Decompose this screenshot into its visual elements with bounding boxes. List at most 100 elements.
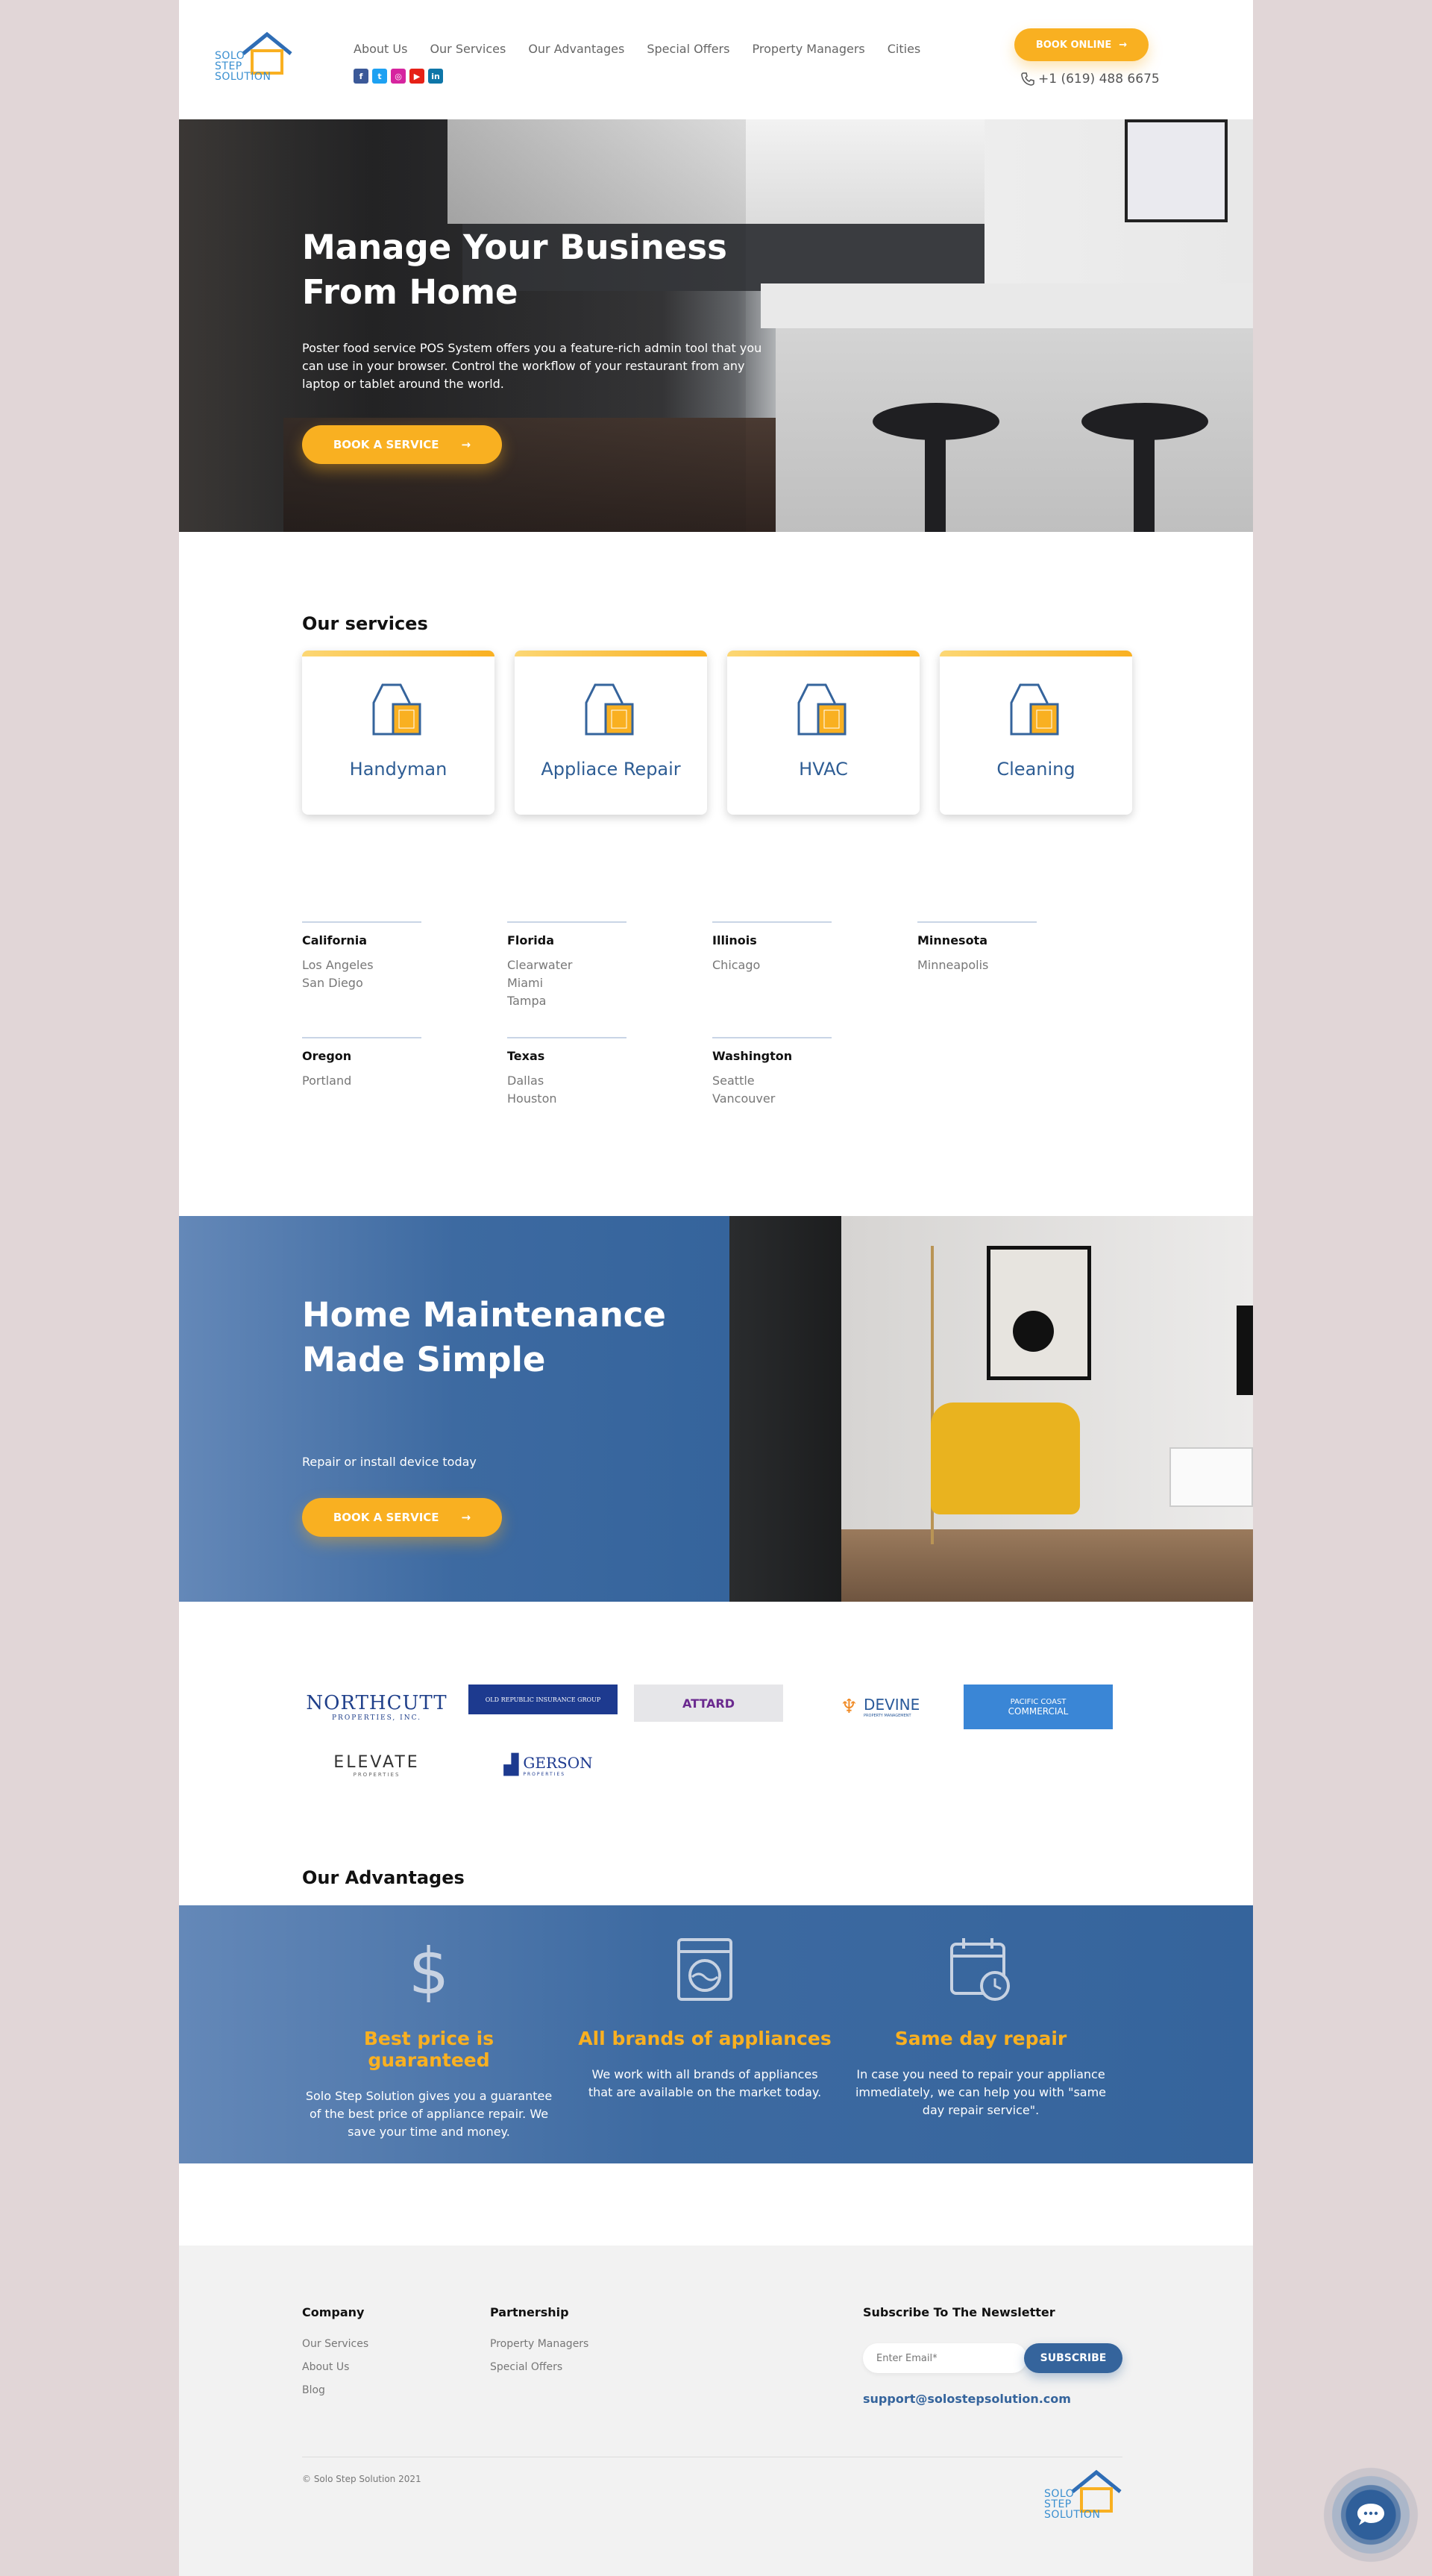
site-logo[interactable]: SOLO STEP SOLUTION [215, 31, 297, 91]
hero-book-service-button[interactable]: BOOK A SERVICE → [302, 425, 502, 464]
linkedin-icon[interactable]: in [428, 69, 443, 84]
hero-photo-counter [761, 283, 1253, 328]
newsletter-email-input[interactable] [863, 2343, 1027, 2373]
facebook-icon[interactable]: f [354, 69, 368, 84]
banner-photo-tv [1237, 1306, 1253, 1395]
city-link[interactable]: Dallas [507, 1072, 656, 1090]
footer-link-our-services[interactable]: Our Services [302, 2338, 368, 2350]
city-link[interactable]: San Diego [302, 974, 451, 992]
nav-our-advantages[interactable]: Our Advantages [528, 42, 624, 56]
site-footer: Company Our Services About Us Blog Partn… [179, 2246, 1253, 2576]
nav-cities[interactable]: Cities [888, 42, 921, 56]
banner-button-label: BOOK A SERVICE [333, 1511, 439, 1524]
instagram-icon[interactable]: ◎ [391, 69, 406, 84]
footer-logo[interactable]: SOLO STEP SOLUTION [1044, 2469, 1126, 2529]
state-name: California [302, 933, 368, 947]
city-link[interactable]: Los Angeles [302, 956, 451, 974]
phone-link[interactable]: +1 (619) 488 6675 [1020, 72, 1160, 87]
banner-photo-floor [841, 1529, 1253, 1602]
site-header: SOLO STEP SOLUTION About Us Our Services… [179, 0, 1253, 119]
hero-overlay [179, 119, 746, 532]
arrow-right-icon: → [461, 1511, 471, 1524]
city-link[interactable]: Vancouver [712, 1090, 861, 1108]
toolbox-icon [1010, 683, 1059, 736]
footer-link-property-managers[interactable]: Property Managers [490, 2338, 588, 2350]
logo-text: SOLO STEP SOLUTION [1044, 2488, 1101, 2521]
state-name: Florida [507, 933, 555, 947]
partner-logo-northcutt: NORTHCUTT PROPERTIES, INC. [302, 1685, 451, 1729]
page: SOLO STEP SOLUTION About Us Our Services… [179, 0, 1253, 2576]
advantage-text: In case you need to repair your applianc… [855, 2067, 1107, 2117]
city-link[interactable]: Clearwater [507, 956, 656, 974]
twitter-icon[interactable]: t [372, 69, 387, 84]
book-online-button[interactable]: BOOK ONLINE → [1014, 28, 1149, 61]
hero-button-label: BOOK A SERVICE [333, 438, 439, 451]
advantage-best-price: $ Best price is guaranteed Solo Step Sol… [302, 1934, 556, 2141]
toolbox-icon [585, 683, 634, 736]
advantage-same-day: Same day repair In case you need to repa… [854, 1935, 1108, 2119]
state-divider [712, 1037, 832, 1038]
partner-logo-gerson: ▟ GERSON PROPERTIES [485, 1743, 612, 1787]
city-link[interactable]: Minneapolis [917, 956, 1067, 974]
chat-widget-button[interactable] [1322, 2466, 1419, 2563]
advantages-title: Our Advantages [302, 1867, 465, 1888]
nav-special-offers[interactable]: Special Offers [647, 42, 729, 56]
state-california: California Los Angeles San Diego [302, 921, 451, 992]
state-oregon: Oregon Portland [302, 1037, 451, 1090]
partner-logo-attard: ATTARD [634, 1685, 783, 1722]
copyright: © Solo Step Solution 2021 [302, 2474, 421, 2484]
state-name: Illinois [712, 933, 757, 947]
city-link[interactable]: Miami [507, 974, 656, 992]
partner-name: OLD REPUBLIC INSURANCE GROUP [485, 1696, 601, 1703]
subscribe-button[interactable]: SUBSCRIBE [1024, 2343, 1122, 2373]
state-divider [302, 1037, 421, 1038]
support-email-link[interactable]: support@solostepsolution.com [863, 2392, 1071, 2406]
partner-name: DEVINE [864, 1696, 920, 1714]
banner-book-service-button[interactable]: BOOK A SERVICE → [302, 1498, 502, 1537]
state-divider [507, 921, 626, 923]
city-link[interactable]: Portland [302, 1072, 451, 1090]
service-card-hvac[interactable]: HVAC [727, 651, 920, 815]
nav-property-managers[interactable]: Property Managers [752, 42, 864, 56]
nav-our-services[interactable]: Our Services [430, 42, 506, 56]
service-label: HVAC [799, 759, 848, 780]
state-name: Minnesota [917, 933, 987, 947]
city-link[interactable]: Houston [507, 1090, 656, 1108]
advantages-section: $ Best price is guaranteed Solo Step Sol… [179, 1905, 1253, 2163]
service-card-cleaning[interactable]: Cleaning [940, 651, 1132, 815]
book-online-label: BOOK ONLINE [1035, 39, 1112, 51]
service-card-handyman[interactable]: Handyman [302, 651, 494, 815]
city-link[interactable]: Tampa [507, 992, 656, 1010]
footer-link-special-offers[interactable]: Special Offers [490, 2361, 562, 2373]
advantage-text: Solo Step Solution gives you a guarantee… [305, 2089, 553, 2139]
card-top-bar [515, 651, 707, 656]
state-name: Texas [507, 1049, 545, 1063]
partner-name: ATTARD [682, 1696, 735, 1711]
footer-link-blog[interactable]: Blog [302, 2384, 325, 2396]
partner-name: NORTHCUTT [306, 1692, 448, 1714]
service-label: Appliace Repair [541, 759, 681, 780]
state-divider [712, 921, 832, 923]
nav-about-us[interactable]: About Us [354, 42, 407, 56]
service-card-appliance-repair[interactable]: Appliace Repair [515, 651, 707, 815]
state-name: Oregon [302, 1049, 352, 1063]
city-link[interactable]: Seattle [712, 1072, 861, 1090]
washing-machine-icon [677, 1938, 732, 2001]
card-top-bar [302, 651, 494, 656]
partner-name: PACIFIC COAST [1010, 1697, 1067, 1706]
banner-title: Home Maintenance Made Simple [302, 1295, 666, 1379]
maintenance-banner: Home Maintenance Made Simple Repair or i… [179, 1216, 1253, 1602]
hero-section: Manage Your Business From Home Poster fo… [179, 119, 1253, 532]
youtube-icon[interactable]: ▶ [409, 69, 424, 84]
partner-logo-pacific-coast: PACIFIC COAST COMMERCIAL [964, 1685, 1113, 1729]
banner-photo-shelf [1169, 1447, 1253, 1507]
partner-tagline: PROPERTY MANAGEMENT [864, 1714, 911, 1718]
footer-company-title: Company [302, 2305, 365, 2319]
banner-blue-panel [179, 1216, 729, 1602]
state-divider [917, 921, 1037, 923]
footer-link-about-us[interactable]: About Us [302, 2361, 349, 2373]
arrow-right-icon: → [461, 438, 471, 451]
hero-photo-stool-leg [925, 433, 946, 532]
partner-logo-devine: ♆ DEVINE PROPERTY MANAGEMENT [820, 1685, 940, 1729]
city-link[interactable]: Chicago [712, 956, 861, 974]
